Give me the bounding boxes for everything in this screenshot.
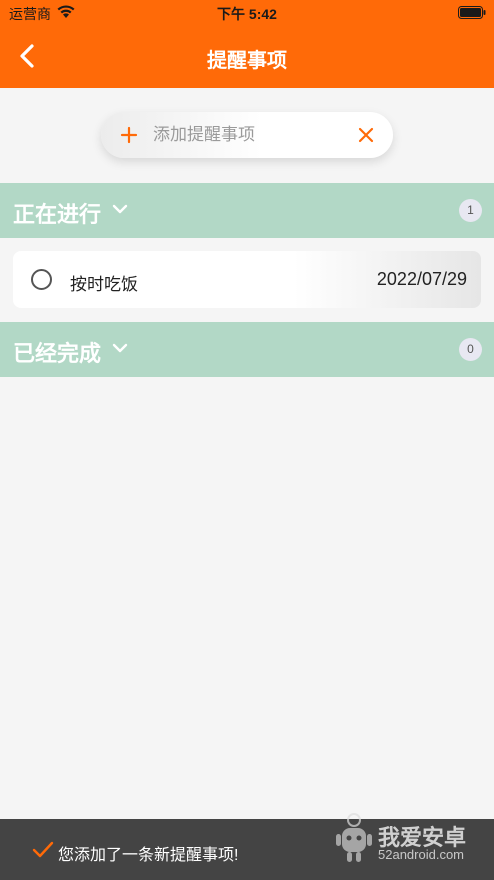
todo-date: 2022/07/29 xyxy=(376,269,467,289)
chevron-down-icon xyxy=(112,343,128,353)
count-badge: 0 xyxy=(459,338,482,361)
chevron-down-icon xyxy=(112,204,128,214)
android-robot-icon xyxy=(336,813,372,862)
plus-icon[interactable] xyxy=(119,125,139,145)
page-title: 提醒事项 xyxy=(207,50,287,72)
add-reminder-bar xyxy=(101,112,393,158)
add-reminder-input[interactable] xyxy=(153,120,343,150)
nav-bar: 提醒事项 xyxy=(0,26,494,88)
toast-message: 您添加了一条新提醒事项! xyxy=(58,847,239,864)
list-item[interactable]: 按时吃饭 2022/07/29 xyxy=(13,251,481,308)
section-completed-header[interactable]: 已经完成 0 xyxy=(0,322,494,377)
close-icon[interactable] xyxy=(357,126,375,144)
section-title: 已经完成 xyxy=(13,341,102,366)
section-title: 正在进行 xyxy=(13,202,102,227)
section-in-progress-header[interactable]: 正在进行 1 xyxy=(0,183,494,238)
count-badge: 1 xyxy=(459,199,482,222)
status-bar: 运营商 下午 5:42 xyxy=(0,0,494,26)
status-time: 下午 5:42 xyxy=(217,6,277,22)
battery-icon xyxy=(458,6,486,19)
radio-circle-icon[interactable] xyxy=(31,269,52,290)
check-icon xyxy=(32,841,54,858)
todo-text: 按时吃饭 xyxy=(70,275,138,294)
header-bar: 运营商 下午 5:42 提醒事项 xyxy=(0,0,494,88)
watermark-url: 52android.com xyxy=(378,847,464,862)
